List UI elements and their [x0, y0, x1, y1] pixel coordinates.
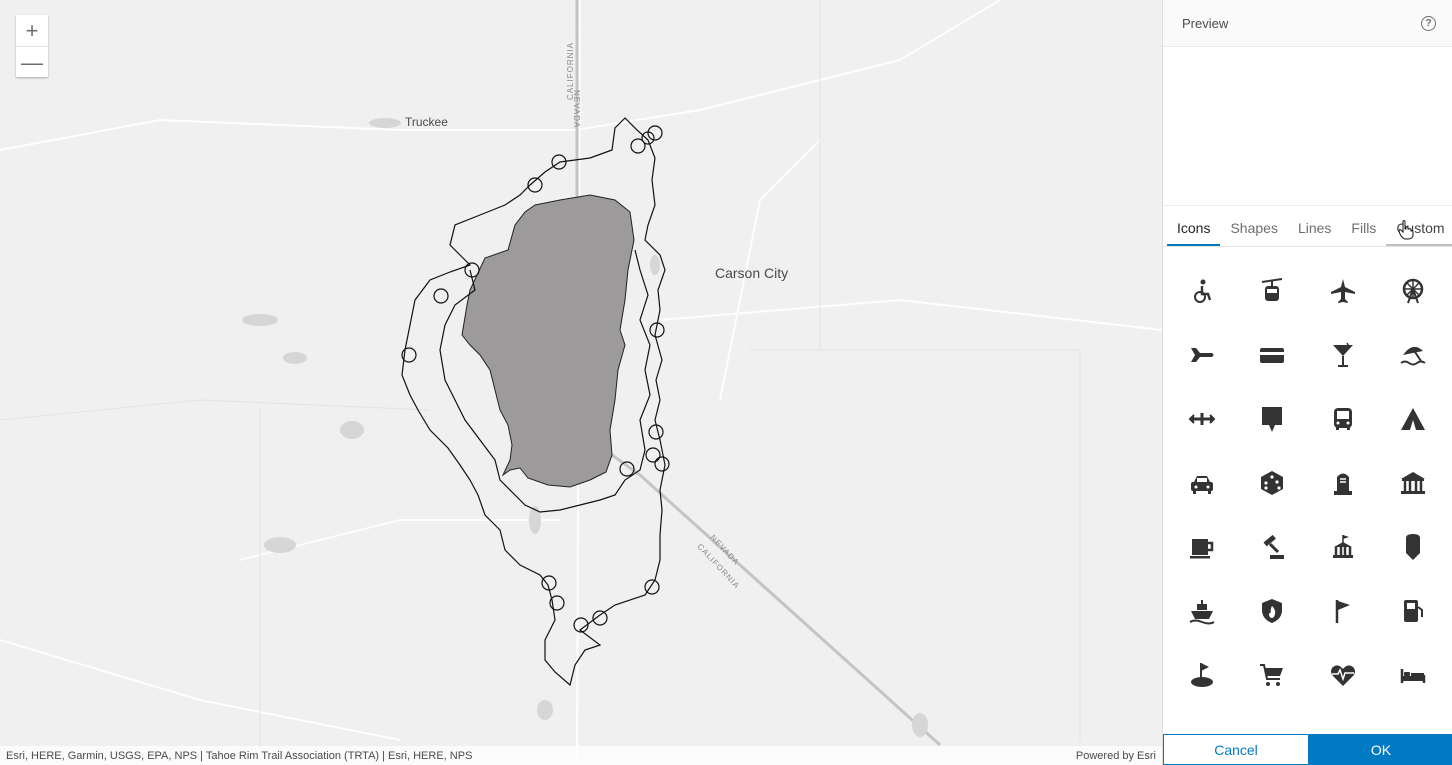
zoom-out-button[interactable]: — [16, 46, 48, 78]
tab-custom[interactable]: Custom [1386, 218, 1452, 246]
powered-by-link[interactable]: Powered by Esri [1076, 750, 1156, 762]
panel-title: Preview [1182, 15, 1229, 31]
panel-header: Preview ? [1163, 0, 1452, 47]
embassy-icon[interactable] [1311, 515, 1375, 579]
coffee-icon[interactable] [1170, 515, 1234, 579]
atm-card-icon[interactable] [1240, 323, 1304, 387]
cocktail-bar-icon[interactable] [1311, 323, 1375, 387]
fire-station-icon[interactable] [1240, 579, 1304, 643]
flag-icon[interactable] [1311, 579, 1375, 643]
map-attribution: Esri, HERE, Garmin, USGS, EPA, NPS | Tah… [0, 746, 1162, 765]
tab-fills[interactable]: Fills [1341, 218, 1386, 246]
amusement-park-icon[interactable] [1381, 259, 1445, 323]
dice-casino-icon[interactable] [1240, 451, 1304, 515]
hand-cursor-icon [1398, 220, 1414, 240]
speech-marker-icon[interactable] [1240, 387, 1304, 451]
gas-station-icon[interactable] [1381, 579, 1445, 643]
cancel-button[interactable]: Cancel [1163, 734, 1309, 765]
ok-button[interactable]: OK [1309, 734, 1452, 765]
shopping-cart-icon[interactable] [1240, 643, 1304, 707]
airplane-icon[interactable] [1311, 259, 1375, 323]
beach-icon[interactable] [1381, 323, 1445, 387]
city-hall-icon[interactable] [1381, 451, 1445, 515]
cemetery-icon[interactable] [1311, 451, 1375, 515]
ferry-icon[interactable] [1170, 579, 1234, 643]
tab-shapes[interactable]: Shapes [1220, 218, 1287, 246]
map-canvas [0, 0, 1162, 765]
place-label-carson-city: Carson City [715, 265, 789, 281]
map-view[interactable]: + — Truckee Carson City CALIFORNIA NEVAD… [0, 0, 1162, 765]
lodging-bed-icon[interactable] [1381, 643, 1445, 707]
courthouse-icon[interactable] [1240, 515, 1304, 579]
attribution-text: Esri, HERE, Garmin, USGS, EPA, NPS | Tah… [6, 749, 473, 762]
tab-icons[interactable]: Icons [1167, 218, 1221, 246]
campground-icon[interactable] [1381, 387, 1445, 451]
symbol-preview-area [1163, 47, 1452, 206]
place-label-truckee: Truckee [405, 115, 448, 129]
bus-icon[interactable] [1311, 387, 1375, 451]
bridge-icon[interactable] [1170, 387, 1234, 451]
symbol-picker-panel: Preview ? Icons Shapes Lines Fills Custo… [1162, 0, 1452, 765]
accessibility-icon[interactable] [1170, 259, 1234, 323]
aerial-tram-icon[interactable] [1240, 259, 1304, 323]
boundary-label-nevada: NEVADA [572, 90, 581, 129]
tab-lines[interactable]: Lines [1288, 218, 1341, 246]
state-boundary [575, 0, 942, 747]
golf-icon[interactable] [1170, 643, 1234, 707]
zoom-in-button[interactable]: + [16, 15, 48, 46]
zoom-control: + — [16, 15, 48, 77]
airport-arrival-icon[interactable] [1170, 323, 1234, 387]
lake-tahoe-polygon[interactable] [461, 194, 635, 488]
question-circle-icon[interactable]: ? [1421, 15, 1436, 31]
marker-icon[interactable] [1381, 515, 1445, 579]
icon-grid [1163, 247, 1452, 729]
dialog-footer: Cancel OK [1163, 734, 1452, 765]
hospital-heart-icon[interactable] [1311, 643, 1375, 707]
car-rental-icon[interactable] [1170, 451, 1234, 515]
